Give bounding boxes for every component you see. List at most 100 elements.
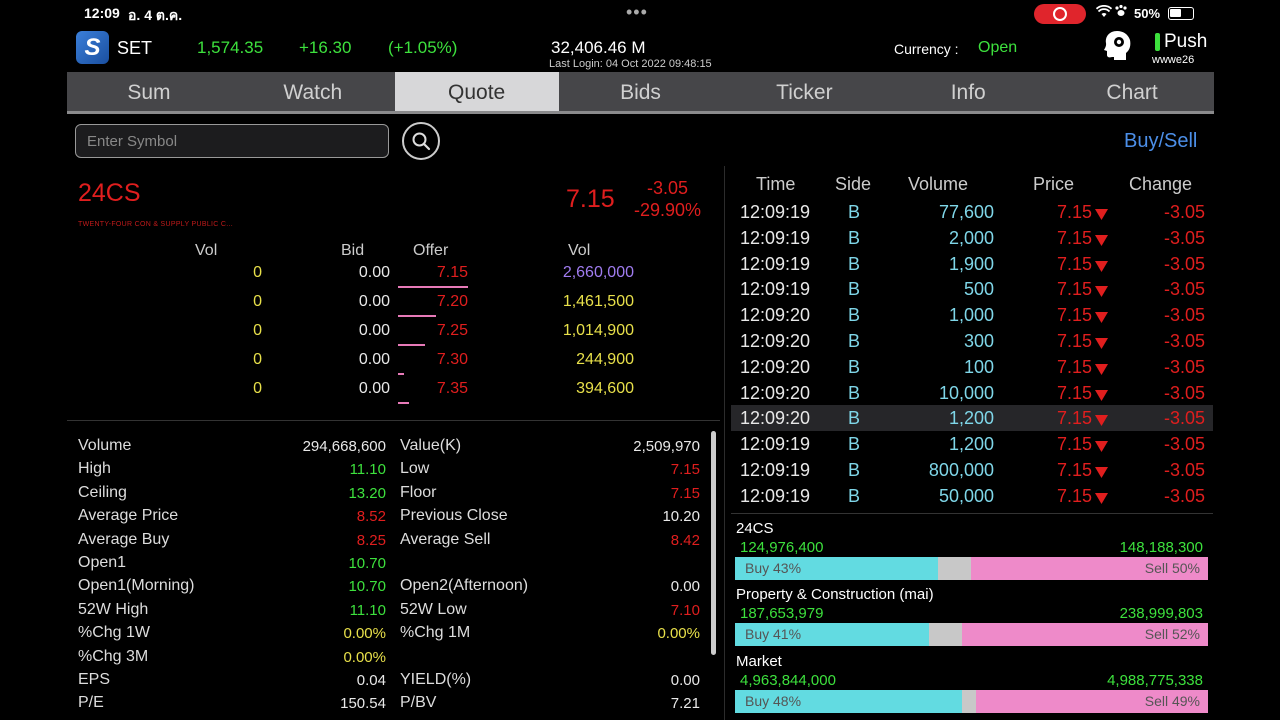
ticker-change: -3.05 <box>1163 228 1205 248</box>
ticker-price: 7.15 <box>1056 305 1092 325</box>
ticker-change: -3.05 <box>1163 486 1205 506</box>
down-arrow-icon <box>1095 284 1108 302</box>
symbol-search-input[interactable] <box>75 124 389 158</box>
stat-value: 0.00% <box>657 625 700 642</box>
stat-value: 8.25 <box>356 532 386 549</box>
stat-label: Open1(Morning) <box>78 577 195 594</box>
tab-sum[interactable]: Sum <box>67 72 231 111</box>
ticker-time: 12:09:20 <box>740 331 811 351</box>
offer-volume: 2,660,000 <box>562 264 634 281</box>
offer-volume-bar <box>398 373 404 375</box>
sell-percent: Sell 52% <box>1144 626 1200 642</box>
search-button[interactable] <box>402 122 440 160</box>
offer-volume: 1,461,500 <box>562 293 634 310</box>
offer-volume-bar <box>398 315 436 317</box>
stat-label: %Chg 3M <box>78 648 149 665</box>
ticker-price: 7.15 <box>1056 202 1092 222</box>
ticker-time: 12:09:19 <box>740 254 811 274</box>
down-arrow-icon <box>1095 491 1108 509</box>
last-price: 7.15 <box>566 185 615 213</box>
ticker-price: 7.15 <box>1056 383 1092 403</box>
stat-value: 7.15 <box>670 461 700 478</box>
status-date: อ. 4 ต.ค. <box>128 7 183 23</box>
main-tabs: Sum Watch Quote Bids Ticker Info Chart <box>67 72 1214 114</box>
tab-ticker[interactable]: Ticker <box>722 72 886 111</box>
screen-record-icon[interactable] <box>1034 4 1086 24</box>
tab-watch[interactable]: Watch <box>231 72 395 111</box>
stat-value: 11.10 <box>349 461 386 478</box>
buy-volume-value: 124,976,400 <box>740 539 824 556</box>
multitask-dots-icon[interactable]: ••• <box>626 2 648 23</box>
bid-price: 0.00 <box>358 351 390 368</box>
ticker-change: -3.05 <box>1163 383 1205 403</box>
stat-label: Volume <box>78 437 132 454</box>
ticker-time: 12:09:19 <box>740 434 811 454</box>
buy-sell-ratio-bar: Buy 41% Sell 52% <box>735 623 1208 646</box>
offer-volume-bar <box>398 402 409 404</box>
stat-label: Open1 <box>78 554 127 571</box>
sell-percent: Sell 50% <box>1144 560 1200 576</box>
down-arrow-icon <box>1095 259 1108 277</box>
buy-sell-link[interactable]: Buy/Sell <box>1124 130 1197 153</box>
ticker-price: 7.15 <box>1056 279 1092 299</box>
brain-head-icon[interactable] <box>1103 29 1133 61</box>
buy-sell-ratio-bar: Buy 43% Sell 50% <box>735 557 1208 580</box>
paw-icon <box>1114 4 1128 20</box>
volume-bar-label: 24CS <box>736 520 774 537</box>
ticker-volume: 10,000 <box>938 383 994 403</box>
index-change: +16.30 <box>299 38 352 57</box>
tab-chart[interactable]: Chart <box>1050 72 1214 111</box>
stats-scrollbar[interactable] <box>711 431 716 655</box>
ticker-volume: 800,000 <box>928 460 994 480</box>
stat-value: 8.42 <box>670 532 700 549</box>
tab-bids[interactable]: Bids <box>559 72 723 111</box>
stat-label: Previous Close <box>400 507 508 524</box>
ticker-change: -3.05 <box>1163 202 1205 222</box>
stat-value: 13.20 <box>348 485 386 502</box>
down-arrow-icon <box>1095 439 1108 457</box>
tab-info[interactable]: Info <box>886 72 1050 111</box>
volume-bar-label: Property & Construction (mai) <box>736 586 934 603</box>
down-arrow-icon <box>1095 413 1108 431</box>
sell-volume-value: 238,999,803 <box>1119 605 1203 622</box>
push-button[interactable]: Push <box>1164 31 1207 53</box>
ticker-side: B <box>848 254 861 274</box>
stat-value: 2,509,970 <box>633 438 700 455</box>
down-arrow-icon <box>1095 362 1108 380</box>
ticker-time: 12:09:19 <box>740 486 811 506</box>
stat-label: Ceiling <box>78 484 127 501</box>
stat-label: P/E <box>78 694 104 711</box>
down-arrow-icon <box>1095 336 1108 354</box>
bid-volume: 0 <box>253 264 262 281</box>
neutral-portion <box>938 557 971 580</box>
offer-price: 7.20 <box>436 293 468 310</box>
bid-volume-header: Vol <box>195 242 218 259</box>
tab-quote[interactable]: Quote <box>394 72 559 111</box>
app-logo[interactable]: S <box>76 31 109 64</box>
stat-value: 10.70 <box>348 555 386 572</box>
buy-sell-ratio-bar: Buy 48% Sell 49% <box>735 690 1208 713</box>
stat-value: 10.20 <box>662 508 700 525</box>
symbol-code: 24CS <box>78 179 141 207</box>
stat-label: High <box>78 460 111 477</box>
ticker-volume: 300 <box>963 331 994 351</box>
ticker-time: 12:09:19 <box>740 279 811 299</box>
ticker-price: 7.15 <box>1056 408 1092 428</box>
symbol-fullname: TWENTY-FOUR CON & SUPPLY PUBLIC C... <box>78 221 233 228</box>
ticker-change: -3.05 <box>1163 279 1205 299</box>
ticker-volume: 500 <box>963 279 994 299</box>
sell-volume-value: 148,188,300 <box>1119 539 1203 556</box>
ticker-volume-header: Volume <box>908 174 969 194</box>
stat-label: %Chg 1M <box>400 624 471 641</box>
ticker-change: -3.05 <box>1163 434 1205 454</box>
divider <box>67 420 720 421</box>
stat-value: 7.10 <box>670 602 700 619</box>
market-name[interactable]: SET <box>117 38 152 59</box>
ticker-volume: 1,900 <box>948 254 994 274</box>
ticker-change: -3.05 <box>1163 460 1205 480</box>
neutral-portion <box>929 623 962 646</box>
ticker-price: 7.15 <box>1056 331 1092 351</box>
stat-value: 10.70 <box>348 578 386 595</box>
bid-price: 0.00 <box>358 380 390 397</box>
index-percent: (+1.05%) <box>388 38 458 57</box>
